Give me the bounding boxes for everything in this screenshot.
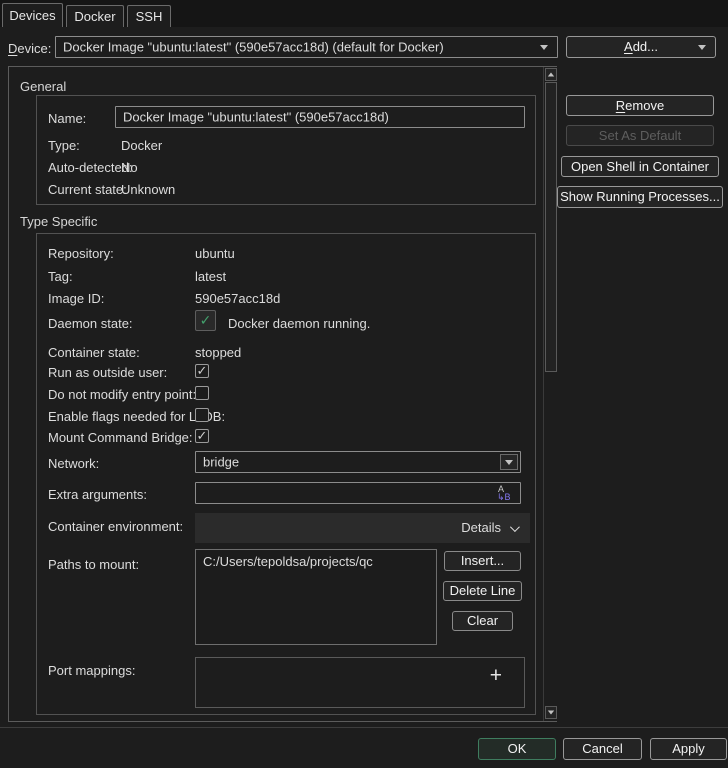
device-select-value: Docker Image "ubuntu:latest" (590e57acc1… xyxy=(63,40,444,55)
device-select[interactable]: Docker Image "ubuntu:latest" (590e57acc1… xyxy=(55,36,558,58)
auto-detected-value: No xyxy=(121,160,138,175)
details-button[interactable]: Details xyxy=(461,520,517,535)
port-mappings-box: + xyxy=(195,657,525,708)
general-group-title: General xyxy=(20,79,66,94)
image-id-value: 590e57acc18d xyxy=(195,291,280,306)
add-button[interactable]: Add... xyxy=(566,36,716,58)
green-check-icon: ✓ xyxy=(200,312,212,328)
network-combo-arrow-button[interactable] xyxy=(500,454,518,470)
container-state-label: Container state: xyxy=(48,345,140,360)
container-environment-label: Container environment: xyxy=(48,519,183,534)
container-environment-panel: Details xyxy=(195,513,530,543)
repository-value: ubuntu xyxy=(195,246,235,261)
run-as-outside-user-checkbox[interactable]: ✓ xyxy=(195,364,209,378)
name-label: Name: xyxy=(48,111,86,126)
clear-button[interactable]: Clear xyxy=(452,611,513,631)
tab-docker[interactable]: Docker xyxy=(66,5,124,27)
chevron-down-icon xyxy=(510,522,520,532)
lldb-flags-checkbox[interactable] xyxy=(195,408,209,422)
scrollbar[interactable] xyxy=(543,67,557,721)
open-shell-in-container-button[interactable]: Open Shell in Container xyxy=(561,156,719,177)
scrollbar-thumb[interactable] xyxy=(545,82,557,372)
combo-arrow-icon xyxy=(505,460,513,465)
command-bridge-checkbox[interactable]: ✓ xyxy=(195,429,209,443)
current-state-value: Unknown xyxy=(121,182,175,197)
scrollbar-down-button[interactable] xyxy=(545,706,557,719)
network-select[interactable]: bridge xyxy=(195,451,521,473)
daemon-state-text: Docker daemon running. xyxy=(228,316,370,331)
run-as-outside-user-label: Run as outside user: xyxy=(48,365,167,380)
type-specific-group-title: Type Specific xyxy=(20,214,97,229)
insert-button[interactable]: Insert... xyxy=(444,551,521,571)
dropdown-arrow-icon xyxy=(698,45,706,50)
cancel-button[interactable]: Cancel xyxy=(563,738,642,760)
type-label: Type: xyxy=(48,138,80,153)
show-running-processes-button[interactable]: Show Running Processes... xyxy=(557,186,723,208)
image-id-label: Image ID: xyxy=(48,291,104,306)
name-input-value: Docker Image "ubuntu:latest" (590e57acc1… xyxy=(123,110,389,125)
tag-label: Tag: xyxy=(48,269,73,284)
network-select-value: bridge xyxy=(203,455,239,470)
plus-icon: + xyxy=(490,664,502,687)
paths-to-mount-value: C:/Users/tepoldsa/projects/qc xyxy=(203,554,373,569)
ok-button[interactable]: OK xyxy=(478,738,556,760)
add-port-button[interactable]: + xyxy=(490,664,502,688)
daemon-check-button[interactable]: ✓ xyxy=(195,310,216,331)
triangle-up-icon xyxy=(548,73,554,77)
set-as-default-button[interactable]: Set As Default xyxy=(566,125,714,146)
name-input[interactable]: Docker Image "ubuntu:latest" (590e57acc1… xyxy=(115,106,525,128)
daemon-state-label: Daemon state: xyxy=(48,316,133,331)
container-state-value: stopped xyxy=(195,345,241,360)
device-label: Device: xyxy=(8,41,51,56)
tab-devices[interactable]: Devices xyxy=(2,3,63,27)
remove-button[interactable]: Remove xyxy=(566,95,714,116)
scrollbar-up-button[interactable] xyxy=(545,68,557,81)
current-state-label: Current state: xyxy=(48,182,127,197)
delete-line-button[interactable]: Delete Line xyxy=(443,581,522,601)
entry-point-checkbox[interactable] xyxy=(195,386,209,400)
combo-arrow-icon xyxy=(540,45,548,50)
device-settings-dialog: Devices Docker SSH Device: Docker Image … xyxy=(0,0,728,768)
triangle-down-icon xyxy=(548,711,554,715)
auto-detected-label: Auto-detected: xyxy=(48,160,133,175)
tab-ssh[interactable]: SSH xyxy=(127,5,171,27)
paths-to-mount-label: Paths to mount: xyxy=(48,557,139,572)
paths-to-mount-textarea[interactable]: C:/Users/tepoldsa/projects/qc xyxy=(195,549,437,645)
extra-arguments-label: Extra arguments: xyxy=(48,487,147,502)
variables-icon[interactable]: A ↳B xyxy=(497,485,515,503)
command-bridge-label: Mount Command Bridge: xyxy=(48,430,193,445)
repository-label: Repository: xyxy=(48,246,114,261)
apply-button[interactable]: Apply xyxy=(650,738,727,760)
extra-arguments-input[interactable]: A ↳B xyxy=(195,482,521,504)
type-value: Docker xyxy=(121,138,162,153)
port-mappings-label: Port mappings: xyxy=(48,663,135,678)
entry-point-label: Do not modify entry point: xyxy=(48,387,196,402)
tag-value: latest xyxy=(195,269,226,284)
network-label: Network: xyxy=(48,456,99,471)
footer-separator xyxy=(0,727,728,728)
